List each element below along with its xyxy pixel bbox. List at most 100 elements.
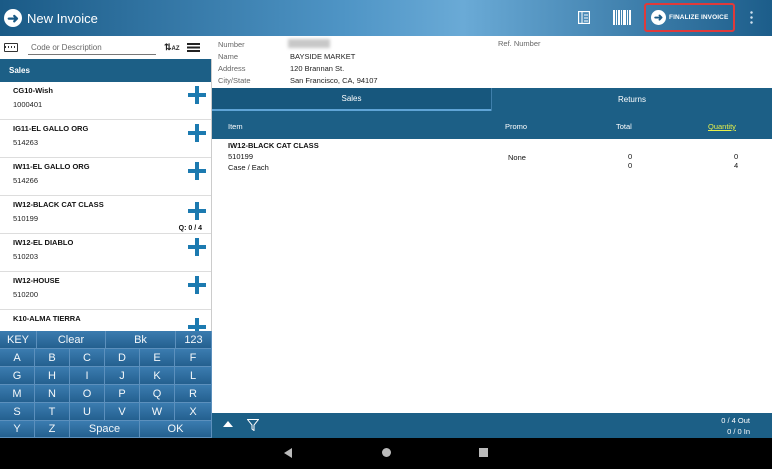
line-item-qty-each: 4 — [734, 161, 739, 170]
product-item[interactable]: IG11-EL GALLO ORG 514263 — [0, 120, 212, 158]
keyboard-icon[interactable] — [4, 43, 18, 52]
key-letter[interactable]: R — [175, 385, 212, 403]
customer-address: 120 Brannan St. — [290, 64, 345, 73]
table-row[interactable]: IW12-BLACK CAT CLASS 510199 Case / Each … — [212, 139, 772, 179]
key-ok[interactable]: OK — [140, 421, 212, 438]
line-item-name: IW12-BLACK CAT CLASS — [228, 141, 319, 150]
product-code: 510200 — [13, 290, 39, 299]
key-letter[interactable]: L — [175, 367, 212, 385]
key-letter[interactable]: Z — [35, 421, 70, 438]
key-letter[interactable]: Y — [0, 421, 35, 438]
key-letter[interactable]: C — [70, 349, 105, 367]
key-space[interactable]: Space — [70, 421, 140, 438]
key-letter[interactable]: B — [35, 349, 70, 367]
system-nav-bar — [0, 438, 772, 469]
city-label: City/State — [218, 76, 251, 85]
key-letter[interactable]: Q — [140, 385, 175, 403]
product-item[interactable]: K10-ALMA TIERRA — [0, 310, 212, 332]
sort-az-icon[interactable]: ⇅AZ — [164, 42, 180, 53]
invoice-list-icon[interactable] — [578, 11, 590, 24]
nav-back-icon[interactable] — [284, 448, 292, 458]
finalize-invoice-button[interactable]: ➜ FINALIZE INVOICE — [644, 3, 735, 32]
product-item[interactable]: IW11-EL GALLO ORG 514266 — [0, 158, 212, 196]
key-letter[interactable]: N — [35, 385, 70, 403]
key-letter[interactable]: D — [105, 349, 140, 367]
key-letter[interactable]: M — [0, 385, 35, 403]
key-letter[interactable]: O — [70, 385, 105, 403]
key-letter[interactable]: W — [140, 403, 175, 421]
add-icon[interactable] — [188, 238, 206, 256]
customer-city: San Francisco, CA, 94107 — [290, 76, 378, 85]
out-count: 0 / 4 Out — [721, 416, 750, 425]
add-icon[interactable] — [188, 86, 206, 104]
filter-icon[interactable] — [247, 419, 259, 431]
key-letter[interactable]: F — [175, 349, 212, 367]
finalize-label: FINALIZE INVOICE — [669, 14, 729, 21]
column-item: Item — [228, 122, 243, 131]
product-item[interactable]: IW12-HOUSE 510200 — [0, 272, 212, 310]
line-item-unit: Case / Each — [228, 163, 269, 172]
key-letter[interactable]: A — [0, 349, 35, 367]
key-clear[interactable]: Clear — [37, 331, 106, 349]
invoice-tabs: Sales Returns — [212, 88, 772, 111]
product-name: IW12-HOUSE — [13, 276, 60, 285]
key-letter[interactable]: J — [105, 367, 140, 385]
line-item-qty-case: 0 — [734, 152, 739, 161]
back-arrow-icon[interactable]: ➜ — [4, 9, 22, 27]
product-code: 510203 — [13, 252, 39, 261]
column-promo: Promo — [505, 122, 528, 131]
customer-name: BAYSIDE MARKET — [290, 52, 356, 61]
invoice-panel: Number Name BAYSIDE MARKET Address 120 B… — [212, 36, 772, 438]
add-icon[interactable] — [188, 276, 206, 294]
expand-up-icon[interactable] — [223, 421, 233, 427]
nav-recents-icon[interactable] — [479, 448, 488, 457]
number-label: Number — [218, 40, 245, 49]
product-name: CG10-Wish — [13, 86, 53, 95]
product-name: IG11-EL GALLO ORG — [13, 124, 89, 133]
add-icon[interactable] — [188, 162, 206, 180]
key-letter[interactable]: U — [70, 403, 105, 421]
product-code: 1000401 — [13, 100, 43, 109]
redacted-number — [288, 39, 330, 48]
key-letter[interactable]: P — [105, 385, 140, 403]
key-letter[interactable]: X — [175, 403, 212, 421]
key-letter[interactable]: K — [140, 367, 175, 385]
key-backspace[interactable]: Bk — [106, 331, 176, 349]
customer-info: Number Name BAYSIDE MARKET Address 120 B… — [212, 36, 772, 88]
tab-sales[interactable]: Sales — [212, 88, 491, 111]
list-view-icon[interactable] — [186, 43, 200, 52]
search-row: ⇅AZ — [0, 36, 212, 59]
column-quantity[interactable]: Quantity — [708, 122, 736, 131]
add-icon[interactable] — [188, 124, 206, 142]
invoice-footer: 0 / 4 Out 0 / 0 In — [212, 413, 772, 438]
key-letter[interactable]: V — [105, 403, 140, 421]
quantity-badge: Q: 0 / 4 — [178, 225, 202, 232]
key-key[interactable]: KEY — [0, 331, 37, 349]
name-label: Name — [218, 52, 239, 61]
nav-home-icon[interactable] — [382, 448, 391, 457]
product-item[interactable]: CG10-Wish 1000401 — [0, 82, 212, 120]
key-letter[interactable]: T — [35, 403, 70, 421]
key-letter[interactable]: E — [140, 349, 175, 367]
address-label: Address — [218, 64, 246, 73]
overflow-menu-icon[interactable] — [750, 10, 753, 26]
add-icon[interactable] — [188, 202, 206, 220]
arrow-right-icon: ➜ — [651, 10, 666, 25]
key-123[interactable]: 123 — [176, 331, 212, 349]
product-code: 510199 — [13, 214, 39, 223]
barcode-icon[interactable] — [613, 10, 631, 25]
key-letter[interactable]: I — [70, 367, 105, 385]
key-letter[interactable]: S — [0, 403, 35, 421]
in-count: 0 / 0 In — [727, 427, 750, 436]
key-letter[interactable]: G — [0, 367, 35, 385]
sales-section-header: Sales — [0, 59, 212, 82]
tab-returns[interactable]: Returns — [491, 88, 772, 111]
line-item-promo: None — [508, 153, 526, 162]
search-input[interactable] — [28, 40, 156, 55]
product-code: 514266 — [13, 176, 39, 185]
product-item[interactable]: IW12-EL DIABLO 510203 — [0, 234, 212, 272]
key-letter[interactable]: H — [35, 367, 70, 385]
column-total: Total — [616, 122, 632, 131]
add-icon[interactable] — [188, 318, 206, 332]
product-item[interactable]: IW12-BLACK CAT CLASS 510199 Q: 0 / 4 — [0, 196, 212, 234]
